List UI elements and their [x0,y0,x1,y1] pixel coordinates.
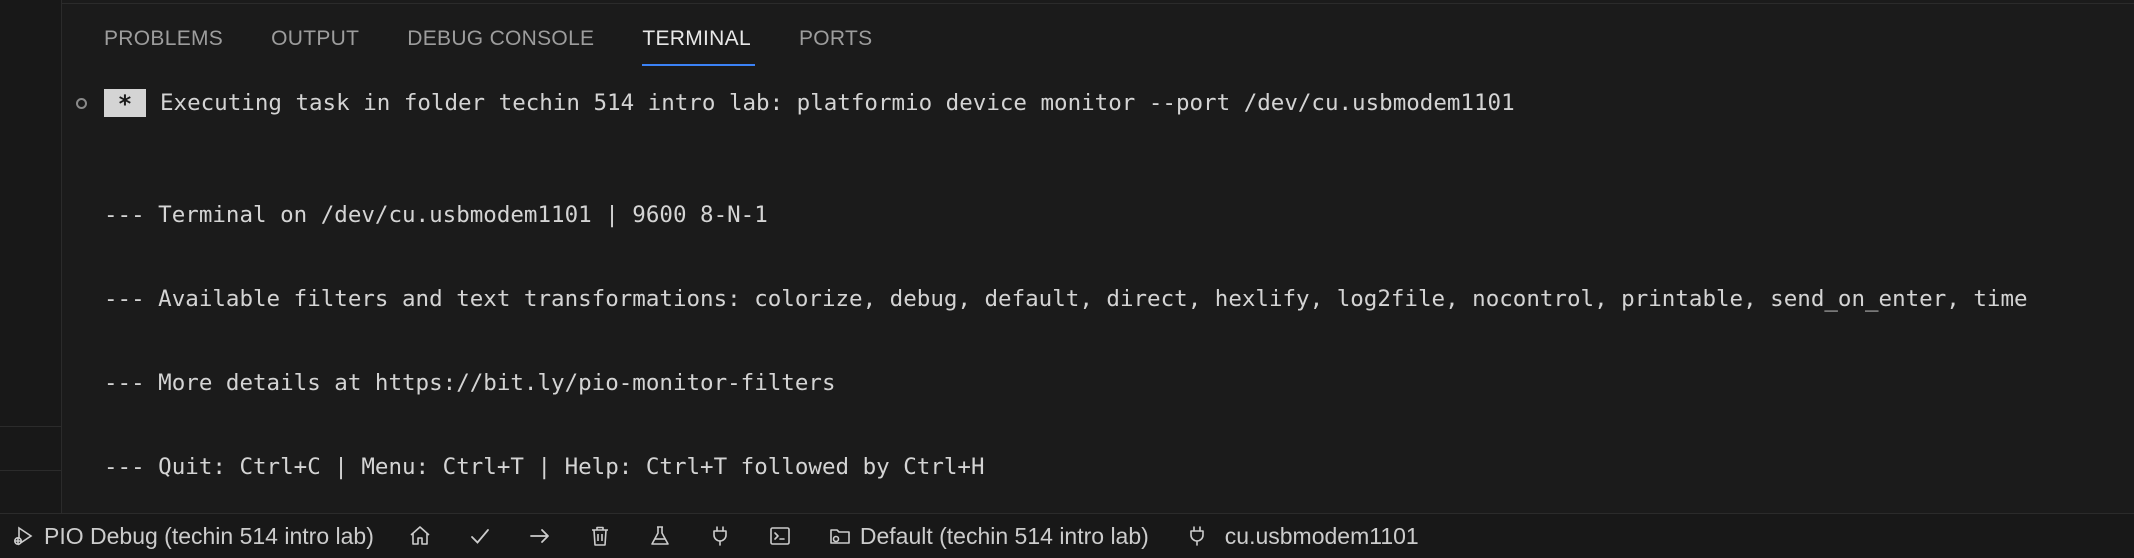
panel-top-border [62,3,2134,4]
port-label: cu.usbmodem1101 [1224,522,1419,549]
status-bar: PIO Debug (techin 514 intro lab) Default… [0,513,2134,558]
plug-icon [708,524,732,548]
pio-test-button[interactable] [648,514,672,558]
terminal-line: --- More details at https://bit.ly/pio-m… [104,370,836,396]
tab-debug-console[interactable]: DEBUG CONSOLE [407,22,594,66]
pio-terminal-button[interactable] [768,514,792,558]
pio-clean-button[interactable] [588,514,612,558]
terminal-line: --- Terminal on /dev/cu.usbmodem1101 | 9… [104,202,768,228]
trash-icon [588,524,612,548]
pio-serial-monitor-button[interactable] [708,514,732,558]
tab-ports[interactable]: PORTS [799,22,872,66]
task-status-circle-icon [76,97,87,109]
terminal-icon [768,524,792,548]
pio-home-button[interactable] [408,514,432,558]
terminal-line: --- Available filters and text transform… [104,286,2028,312]
gutter-divider [0,426,61,427]
folder-env-icon [828,524,852,548]
pio-upload-button[interactable] [528,514,552,558]
tab-problems[interactable]: PROBLEMS [104,22,223,66]
environment-label: Default (techin 514 intro lab) [859,522,1149,549]
task-description: Executing task in folder techin 514 intr… [160,90,1515,116]
debug-run-icon [12,524,36,548]
terminal-output[interactable]: --- Terminal on /dev/cu.usbmodem1101 | 9… [104,145,2028,509]
tab-output[interactable]: OUTPUT [271,22,359,66]
flask-icon [648,524,672,548]
tab-terminal[interactable]: TERMINAL [642,22,755,66]
arrow-right-icon [528,524,552,548]
home-icon [408,524,432,548]
check-icon [468,524,492,548]
pio-debug-label: PIO Debug (techin 514 intro lab) [44,522,374,549]
terminal-line: --- Quit: Ctrl+C | Menu: Ctrl+T | Help: … [104,454,985,480]
panel-tabs: PROBLEMS OUTPUT DEBUG CONSOLE TERMINAL P… [104,22,872,66]
pio-port-button[interactable]: cu.usbmodem1101 [1185,514,1419,558]
plug-icon [1185,524,1209,548]
left-sidebar-gutter [0,0,62,514]
task-marker: * [104,89,146,118]
task-line: * Executing task in folder techin 514 in… [76,88,1515,118]
pio-build-button[interactable] [468,514,492,558]
gutter-divider [0,470,61,471]
pio-debug-button[interactable]: PIO Debug (techin 514 intro lab) [12,514,374,558]
pio-environment-button[interactable]: Default (techin 514 intro lab) [828,514,1149,558]
